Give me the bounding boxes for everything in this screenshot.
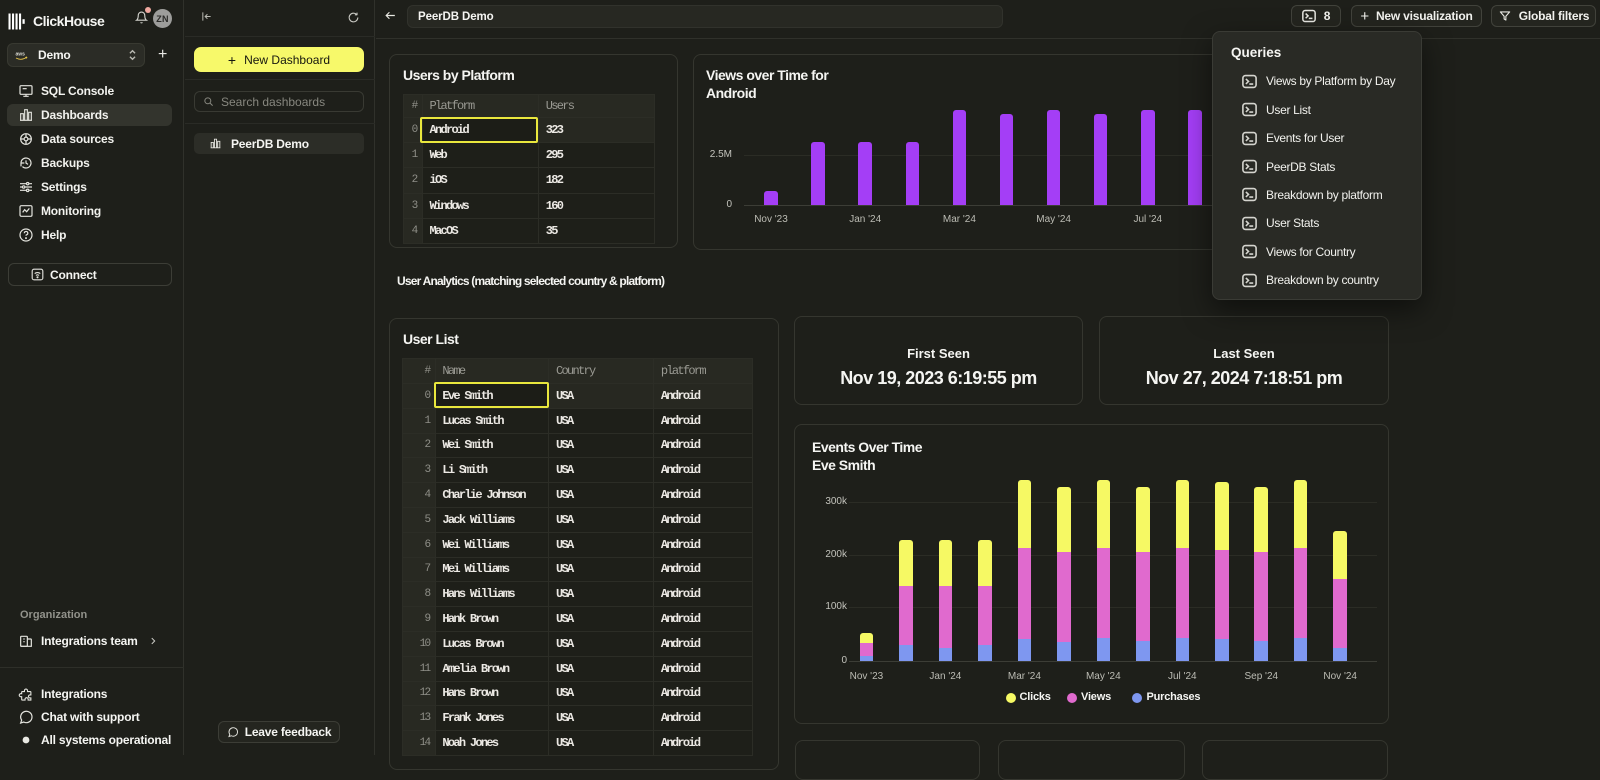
svg-text:aws: aws: [16, 51, 26, 57]
